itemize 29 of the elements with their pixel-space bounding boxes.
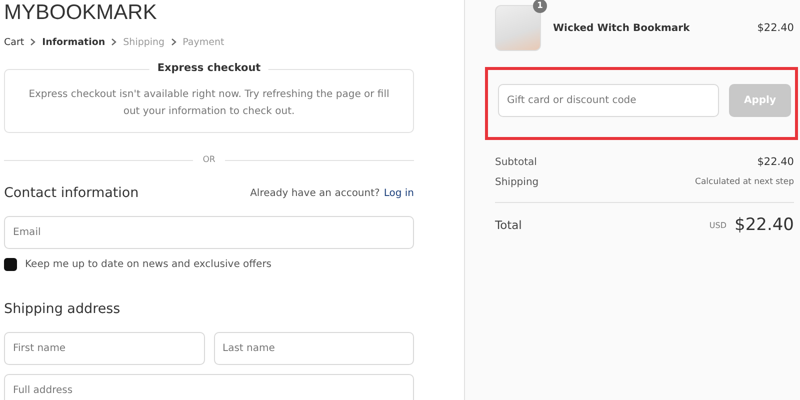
checkbox-label: Keep me up to date on news and exclusive offers	[25, 259, 272, 270]
breadcrumb-link[interactable]: Cart	[4, 36, 24, 48]
divider-label: OR	[202, 155, 216, 165]
chevron-icon	[170, 38, 177, 46]
input-field[interactable]: Full address	[4, 374, 414, 400]
total-label: Total	[495, 218, 522, 232]
express-checkout-message: Express checkout isn't available right now. Try refreshing the page or fill out your information to check out.	[28, 88, 390, 119]
product-name: Wicked Witch Bookmark	[553, 22, 691, 34]
summary-label: Subtotal	[495, 156, 537, 168]
quantity-badge: 1	[533, 0, 547, 13]
login-link[interactable]: Log in	[384, 188, 414, 198]
chevron-icon	[111, 38, 118, 46]
summary-value: Calculated at next step	[695, 177, 794, 187]
summary-label: Shipping	[495, 176, 539, 188]
input-field[interactable]: First name	[4, 332, 204, 365]
chevron-icon	[30, 38, 36, 46]
product-price: $22.40	[757, 22, 794, 34]
summary-value: $22.40	[757, 156, 794, 168]
section-heading: Shipping address	[4, 301, 122, 317]
input-field[interactable]: Last name	[214, 332, 414, 365]
email-field[interactable]: Email	[4, 216, 414, 249]
express-checkout-title: Express checkout	[149, 62, 269, 74]
account-prompt: Already have an account?	[250, 188, 380, 198]
total-amount: $22.40	[734, 215, 794, 235]
section-heading: Contact information	[4, 185, 139, 201]
currency-code: USD	[709, 220, 727, 230]
breadcrumb-link[interactable]: Information	[42, 36, 106, 48]
checkbox[interactable]	[4, 258, 17, 271]
store-name: MYBOOKMARK	[4, 0, 158, 26]
